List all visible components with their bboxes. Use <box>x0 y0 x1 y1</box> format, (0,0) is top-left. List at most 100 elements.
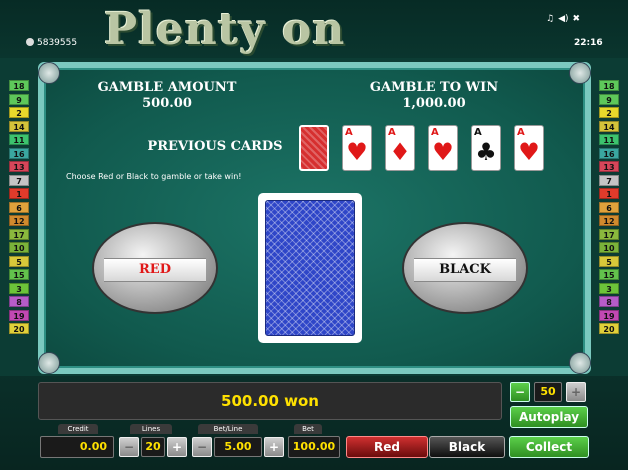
gamble-amount-value: 500.00 <box>142 96 192 111</box>
line-indicators-right: 18 9 2 14 11 16 13 7 1 6 12 17 10 5 15 3 8 19 20 <box>599 80 619 337</box>
win-display: 500.00 won <box>38 382 502 420</box>
corner-screw-icon <box>569 62 591 84</box>
betline-increase-button[interactable]: + <box>264 437 284 457</box>
card-rank: A <box>431 127 439 138</box>
corner-screw-icon <box>569 352 591 374</box>
line-indicator: 7 <box>9 174 29 186</box>
betline-value: 5.00 <box>214 437 262 457</box>
line-indicator: 5 <box>9 255 29 267</box>
line-indicator: 11 <box>9 134 29 145</box>
bet-value: 100.00 <box>288 436 340 458</box>
card-rank: A <box>388 127 396 138</box>
previous-card-back <box>299 125 329 171</box>
line-indicator: 3 <box>9 282 29 294</box>
line-indicator: 12 <box>599 215 619 226</box>
line-indicator: 8 <box>9 296 29 307</box>
previous-card: A ♥ <box>342 125 372 171</box>
line-indicator: 6 <box>9 201 29 213</box>
previous-card: A ♦ <box>385 125 415 171</box>
collect-button[interactable]: Collect <box>509 436 589 458</box>
line-indicator: 12 <box>9 215 29 226</box>
line-indicator: 20 <box>599 323 619 334</box>
betline-label: Bet/Line <box>198 424 258 434</box>
line-indicator: 1 <box>9 188 29 199</box>
corner-screw-icon <box>38 352 60 374</box>
line-indicator: 15 <box>599 269 619 280</box>
gamble-amount-label: GAMBLE AMOUNT <box>97 80 237 95</box>
credit-value: 0.00 <box>40 436 114 458</box>
credit-label: Credit <box>58 424 98 434</box>
line-indicator: 3 <box>599 282 619 294</box>
line-indicators-left: 18 9 2 14 11 16 13 7 1 6 12 17 10 5 15 3 8 19 20 <box>9 80 29 337</box>
red-button[interactable]: Red <box>346 436 428 458</box>
line-indicator: 15 <box>9 269 29 280</box>
gamble-hint: Choose Red or Black to gamble or take wi… <box>66 172 242 181</box>
close-icon[interactable]: ✖ <box>573 14 581 24</box>
line-indicator: 14 <box>9 120 29 132</box>
music-icon[interactable]: ♫ <box>546 14 554 24</box>
card-rank: A <box>517 127 525 138</box>
line-indicator: 17 <box>599 228 619 240</box>
game-logo: Plenty on Twenty <box>104 4 346 107</box>
black-gamble-label: BLACK <box>414 258 516 282</box>
autoplay-count: 50 <box>534 382 562 402</box>
lines-value: 20 <box>141 437 165 457</box>
session-info: 5839555 <box>26 38 77 48</box>
line-indicator: 14 <box>599 120 619 132</box>
card-suit-icon: ♥ <box>432 138 454 166</box>
previous-card: A ♥ <box>428 125 458 171</box>
card-back-pattern <box>265 200 355 336</box>
sound-icon[interactable]: ◀) <box>558 14 568 24</box>
gamble-to-win-value: 1,000.00 <box>402 96 466 111</box>
gamble-card <box>258 193 362 343</box>
line-indicator: 16 <box>9 147 29 159</box>
line-indicator: 1 <box>599 188 619 199</box>
line-indicator: 16 <box>599 147 619 159</box>
card-suit-icon: ♥ <box>346 138 368 166</box>
line-indicator: 2 <box>9 107 29 118</box>
autoplay-increase-button[interactable]: + <box>566 382 586 402</box>
line-indicator: 17 <box>9 228 29 240</box>
card-suit-icon: ♣ <box>475 138 497 166</box>
autoplay-button[interactable]: Autoplay <box>510 406 588 428</box>
line-indicator: 9 <box>599 93 619 105</box>
line-indicator: 10 <box>9 242 29 253</box>
header-bar: Plenty on Twenty 5839555 ♫ ◀) ✖ 22:16 <box>0 0 628 107</box>
bet-label: Bet <box>294 424 322 434</box>
session-icon <box>26 38 34 46</box>
card-suit-icon: ♦ <box>389 138 411 166</box>
line-indicator: 13 <box>9 161 29 172</box>
line-indicator: 18 <box>599 80 619 91</box>
previous-card: A ♥ <box>514 125 544 171</box>
line-indicator: 5 <box>599 255 619 267</box>
lines-increase-button[interactable]: + <box>167 437 187 457</box>
line-indicator: 19 <box>9 309 29 321</box>
line-indicator: 8 <box>599 296 619 307</box>
line-indicator: 9 <box>9 93 29 105</box>
line-indicator: 7 <box>599 174 619 186</box>
line-indicator: 13 <box>599 161 619 172</box>
line-indicator: 2 <box>599 107 619 118</box>
line-indicator: 11 <box>599 134 619 145</box>
clock: 22:16 <box>574 38 603 48</box>
black-gamble-button[interactable]: BLACK <box>402 222 528 314</box>
line-indicator: 20 <box>9 323 29 334</box>
session-id: 5839555 <box>37 38 78 48</box>
corner-screw-icon <box>38 62 60 84</box>
card-rank: A <box>345 127 353 138</box>
lines-decrease-button[interactable]: − <box>119 437 139 457</box>
autoplay-decrease-button[interactable]: − <box>510 382 530 402</box>
red-gamble-button[interactable]: RED <box>92 222 218 314</box>
top-icons: ♫ ◀) ✖ <box>546 14 584 24</box>
red-gamble-label: RED <box>104 258 206 282</box>
line-indicator: 18 <box>9 80 29 91</box>
line-indicator: 6 <box>599 201 619 213</box>
card-suit-icon: ♥ <box>518 138 540 166</box>
previous-card: A ♣ <box>471 125 501 171</box>
betline-decrease-button[interactable]: − <box>192 437 212 457</box>
previous-cards-label: PREVIOUS CARDS <box>147 139 283 154</box>
card-rank: A <box>474 127 482 138</box>
gamble-to-win-label: GAMBLE TO WIN <box>369 80 499 95</box>
black-button[interactable]: Black <box>429 436 505 458</box>
line-indicator: 10 <box>599 242 619 253</box>
